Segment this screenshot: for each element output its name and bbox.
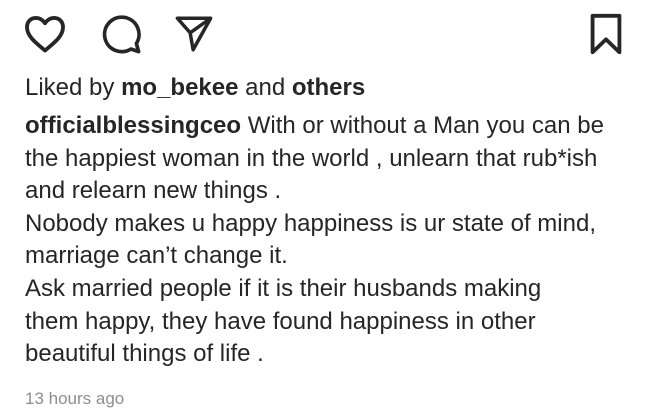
likes-connector: and: [238, 74, 292, 101]
likes-others-link[interactable]: others: [292, 74, 365, 101]
caption-line: officialblessingceo With or without a Ma…: [25, 110, 635, 143]
caption-line: the happiest woman in the world , unlear…: [25, 144, 598, 172]
comment-button[interactable]: [95, 8, 147, 60]
caption-line: Ask married people if it is their husban…: [25, 274, 542, 302]
paper-plane-icon: [175, 16, 213, 52]
caption-line: Nobody makes u happy happiness is ur sta…: [25, 209, 596, 237]
post-action-bar: [0, 8, 654, 60]
likes-summary: Liked by mo_bekee and others: [25, 72, 365, 104]
caption-username[interactable]: officialblessingceo: [25, 112, 241, 139]
caption-line: them happy, they have found happiness in…: [25, 307, 536, 335]
caption-text: With or without a Man you can be: [241, 112, 604, 139]
post-timestamp: 13 hours ago: [25, 389, 125, 408]
share-button[interactable]: [168, 8, 220, 60]
heart-icon: [25, 15, 65, 53]
caption-line: and relearn new things .: [25, 177, 282, 205]
caption-line: beautiful things of life .: [25, 340, 264, 368]
like-button[interactable]: [19, 8, 71, 60]
liker-username[interactable]: mo_bekee: [121, 74, 238, 101]
comment-icon: [102, 15, 141, 54]
post-caption: officialblessingceo With or without a Ma…: [25, 110, 635, 371]
likes-prefix: Liked by: [25, 74, 122, 101]
bookmark-icon: [590, 13, 622, 55]
save-button[interactable]: [580, 8, 632, 60]
caption-line: marriage can’t change it.: [25, 242, 288, 270]
